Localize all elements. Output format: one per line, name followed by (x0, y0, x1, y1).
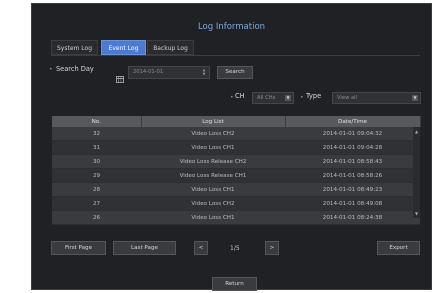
last-page-button[interactable]: Last Page (113, 241, 176, 255)
type-select-value: View all (337, 95, 358, 101)
scroll-down-icon[interactable]: ▼ (413, 211, 420, 216)
table-header-row: No. Log List Date/Time (52, 116, 421, 127)
search-date-value: 2014-01-01 (133, 69, 164, 75)
table-row[interactable]: 27 Video Loss CH2 2014-01-01 08:49:08 (52, 196, 420, 211)
table-scrollbar[interactable]: ▲ ▼ (413, 127, 420, 218)
row-log: Video Loss Release CH1 (141, 168, 285, 183)
table-row[interactable]: 32 Video Loss CH2 2014-01-01 09:04:32 (52, 127, 420, 141)
page-indicator: 1/5 (230, 245, 240, 252)
log-information-dialog: Log Information System Log Event Log Bac… (31, 3, 432, 291)
search-button[interactable]: Search (217, 66, 253, 79)
header-log-list: Log List (141, 116, 286, 127)
date-spinner[interactable]: ▲ ▼ (201, 68, 207, 76)
row-time: 2014-01-01 08:24:38 (285, 210, 420, 225)
tab-divider (51, 55, 420, 56)
table-row[interactable]: 31 Video Loss CH1 2014-01-01 09:04:28 (52, 140, 420, 155)
first-page-button[interactable]: First Page (51, 241, 106, 255)
dialog-title: Log Information (197, 22, 266, 32)
row-log: Video Loss Release CH2 (141, 154, 285, 169)
tab-system-log[interactable]: System Log (51, 40, 98, 55)
type-select[interactable]: View all ▼ (332, 92, 421, 104)
next-page-button[interactable]: > (265, 241, 279, 255)
search-day-label: Search Day (56, 65, 94, 73)
chevron-down-icon: ▼ (412, 95, 418, 101)
bullet-icon: • (230, 94, 234, 101)
export-button[interactable]: Export (377, 241, 420, 255)
return-button[interactable]: Return (212, 277, 257, 291)
table-row[interactable]: 29 Video Loss Release CH1 2014-01-01 08:… (52, 168, 420, 183)
row-time: 2014-01-01 08:49:23 (285, 182, 420, 197)
type-label: Type (306, 92, 322, 100)
row-log: Video Loss CH1 (141, 140, 285, 155)
tab-backup-log[interactable]: Backup Log (147, 40, 194, 55)
header-no: No. (52, 116, 142, 127)
row-time: 2014-01-01 09:04:28 (285, 140, 420, 155)
log-table: No. Log List Date/Time 32 Video Loss CH2… (52, 116, 421, 225)
search-date-field[interactable]: 2014-01-01 ▲ ▼ (128, 66, 210, 79)
table-row[interactable]: 26 Video Loss CH1 2014-01-01 08:24:38 (52, 210, 420, 225)
row-time: 2014-01-01 09:04:32 (285, 127, 420, 141)
chevron-down-icon: ▼ (285, 95, 291, 101)
row-no: 27 (52, 196, 141, 211)
row-no: 31 (52, 140, 141, 155)
scroll-up-icon[interactable]: ▲ (413, 129, 420, 134)
row-log: Video Loss CH1 (141, 182, 285, 197)
table-row[interactable]: 28 Video Loss CH1 2014-01-01 08:49:23 (52, 182, 420, 197)
row-time: 2014-01-01 08:58:43 (285, 154, 420, 169)
channel-select-value: All CHs (257, 95, 276, 101)
row-log: Video Loss CH1 (141, 210, 285, 225)
header-date-time: Date/Time (285, 116, 421, 127)
prev-page-button[interactable]: < (194, 241, 208, 255)
calendar-icon[interactable] (116, 68, 124, 83)
ch-label: CH (235, 92, 245, 100)
bullet-icon: • (300, 94, 304, 101)
row-log: Video Loss CH2 (141, 127, 285, 141)
channel-select[interactable]: All CHs ▼ (252, 92, 294, 104)
row-no: 28 (52, 182, 141, 197)
tab-event-log[interactable]: Event Log (101, 40, 146, 55)
row-no: 30 (52, 154, 141, 169)
row-no: 26 (52, 210, 141, 225)
row-log: Video Loss CH2 (141, 196, 285, 211)
row-no: 29 (52, 168, 141, 183)
table-row[interactable]: 30 Video Loss Release CH2 2014-01-01 08:… (52, 154, 420, 169)
bullet-icon: • (49, 66, 53, 73)
row-no: 32 (52, 127, 141, 141)
spin-down-icon[interactable]: ▼ (203, 72, 206, 76)
row-time: 2014-01-01 08:58:26 (285, 168, 420, 183)
row-time: 2014-01-01 08:49:08 (285, 196, 420, 211)
